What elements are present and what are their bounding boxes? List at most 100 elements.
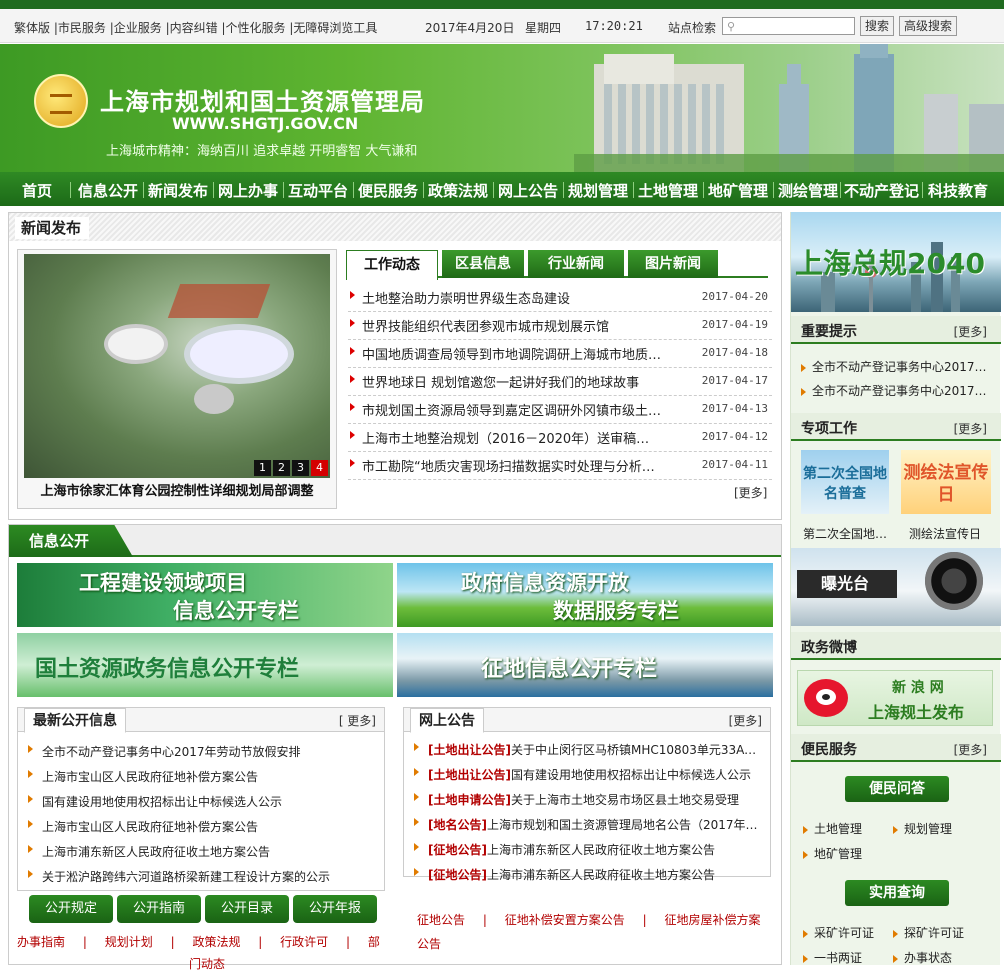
link-policy[interactable]: 政策法规 xyxy=(192,935,240,949)
link-housing-compensation-cont[interactable]: 公告 xyxy=(417,935,441,952)
qa-item[interactable]: 规划管理 xyxy=(893,820,952,837)
query-item[interactable]: 探矿许可证 xyxy=(893,924,964,941)
link-error-correction[interactable]: |内容纠错 xyxy=(166,21,218,35)
query-item[interactable]: 采矿许可证 xyxy=(803,924,874,941)
list-item[interactable]: [土地申请公告]关于上海市土地交易市场区县土地交易受理 xyxy=(404,786,770,811)
notice-title[interactable]: 关于中止闵行区马桥镇MHC10803单元33A-03A地块 xyxy=(511,743,758,757)
link-acquisition-notice[interactable]: 征地公告 xyxy=(417,913,465,927)
slide-page-2[interactable]: 2 xyxy=(273,460,290,476)
disclosure-guide-button[interactable]: 公开指南 xyxy=(117,895,201,923)
link-traditional[interactable]: 繁体版 xyxy=(14,21,50,35)
disclosure-catalog-button[interactable]: 公开目录 xyxy=(205,895,289,923)
qa-item-label[interactable]: 土地管理 xyxy=(814,822,862,836)
news-slideshow[interactable]: 1234 上海市徐家汇体育公园控制性详细规划局部调整 xyxy=(17,249,337,509)
qa-item-label[interactable]: 规划管理 xyxy=(904,822,952,836)
news-title[interactable]: 市规划国土资源局领导到嘉定区调研外冈镇市级土地整治项目 xyxy=(362,400,662,419)
banner-land-resources[interactable]: 国土资源政务信息公开专栏 xyxy=(17,633,393,697)
link-planning[interactable]: 规划计划 xyxy=(105,935,153,949)
nav-notices[interactable]: 网上公告 xyxy=(498,180,558,201)
link-citizen-service[interactable]: |市民服务 xyxy=(54,21,106,35)
stadium-photo[interactable] xyxy=(24,254,330,478)
nav-interaction[interactable]: 互动平台 xyxy=(288,180,348,201)
link-compensation-notice[interactable]: 征地补偿安置方案公告 xyxy=(505,913,625,927)
link-dept-news-cont[interactable]: 门动态 xyxy=(189,955,225,972)
list-item[interactable]: 全市不动产登记事务中心2017年劳动节放假安排 xyxy=(18,738,384,763)
disclosure-rules-button[interactable]: 公开规定 xyxy=(29,895,113,923)
link-dept-news[interactable]: 部 xyxy=(368,935,380,949)
weibo-banner[interactable]: 新 浪 网 上海规土发布 xyxy=(797,670,993,726)
slide-page-1[interactable]: 1 xyxy=(254,460,271,476)
bureau-logo[interactable] xyxy=(34,74,88,128)
link-accessibility[interactable]: |无障碍浏览工具 xyxy=(289,21,377,35)
nav-info-disclosure[interactable]: 信息公开 xyxy=(78,180,138,201)
link-housing-compensation[interactable]: 征地房屋补偿方案 xyxy=(664,913,760,927)
qa-item-label[interactable]: 地矿管理 xyxy=(814,847,862,861)
link-service-guide[interactable]: 办事指南 xyxy=(17,935,65,949)
more-link[interactable]: [更多] xyxy=(729,712,762,729)
notice-title[interactable]: 上海市浦东新区人民政府征收土地方案公告 xyxy=(487,843,715,857)
search-button[interactable]: 搜索 xyxy=(860,16,895,36)
nav-policy[interactable]: 政策法规 xyxy=(428,180,488,201)
item-title[interactable]: 全市不动产登记事务中心2017年劳动节放假安排 xyxy=(812,360,991,374)
list-item[interactable]: 全市不动产登记事务中心2017年清明节放假安排 xyxy=(801,382,991,399)
search-input[interactable]: ⚲ xyxy=(722,17,855,35)
nav-home[interactable]: 首页 xyxy=(22,180,52,201)
exposure-banner[interactable]: 曝光台 xyxy=(791,548,1001,626)
list-item[interactable]: 市工勘院“地质灾害现场扫描数据实时处理与分析系统”通过验收 2017-04-11 xyxy=(348,452,772,480)
news-title[interactable]: 市工勘院“地质灾害现场扫描数据实时处理与分析系统”通过验收 xyxy=(362,456,662,475)
banner-land-acquisition[interactable]: 征地信息公开专栏 xyxy=(397,633,773,697)
query-item-label[interactable]: 探矿许可证 xyxy=(904,926,964,940)
item-title[interactable]: 上海市浦东新区人民政府征收土地方案公告 xyxy=(42,843,372,860)
list-item[interactable]: [征地公告]上海市浦东新区人民政府征收土地方案公告 xyxy=(404,836,770,861)
query-item-label[interactable]: 一书两证 xyxy=(814,951,862,965)
banner-shanghai-2040[interactable]: 上海总规2040 xyxy=(791,212,1001,312)
list-item[interactable]: 上海市宝山区人民政府征地补偿方案公告 xyxy=(18,763,384,788)
news-more-link[interactable]: [更多] xyxy=(734,484,767,501)
item-title[interactable]: 国有建设用地使用权招标出让中标候选人公示 xyxy=(42,793,372,810)
news-title[interactable]: 世界地球日 规划馆邀您一起讲好我们的地球故事 xyxy=(362,372,662,391)
tab-photo-news[interactable]: 图片新闻 xyxy=(628,250,718,278)
special-caption[interactable]: 测绘法宣传日 xyxy=(909,525,981,542)
list-item[interactable]: 关于淞沪路跨纬六河道路桥梁新建工程设计方案的公示 xyxy=(18,863,384,888)
list-item[interactable]: 中国地质调查局领导到市地调院调研上海城市地质工作 2017-04-18 xyxy=(348,340,772,368)
list-item[interactable]: 上海市浦东新区人民政府征收土地方案公告 xyxy=(18,838,384,863)
nav-convenience[interactable]: 便民服务 xyxy=(358,180,418,201)
list-item[interactable]: [地名公告]上海市规划和国土资源管理局地名公告（2017年第3号） xyxy=(404,811,770,836)
qa-item[interactable]: 地矿管理 xyxy=(803,845,862,862)
list-item[interactable]: [征地公告]上海市浦东新区人民政府征收土地方案公告 xyxy=(404,861,770,886)
list-item[interactable]: 土地整治助力崇明世界级生态岛建设 2017-04-20 xyxy=(348,284,772,312)
notice-title[interactable]: 上海市浦东新区人民政府征收土地方案公告 xyxy=(487,868,715,882)
list-item[interactable]: 上海市宝山区人民政府征地补偿方案公告 xyxy=(18,813,384,838)
banner-open-data[interactable]: 政府信息资源开放 数据服务专栏 xyxy=(397,563,773,627)
tab-work-news[interactable]: 工作动态 xyxy=(346,250,438,280)
notice-title[interactable]: 关于上海市土地交易市场区县土地交易受理 xyxy=(511,793,739,807)
list-item[interactable]: 国有建设用地使用权招标出让中标候选人公示 xyxy=(18,788,384,813)
advanced-search-button[interactable]: 高级搜索 xyxy=(899,16,958,36)
item-title[interactable]: 上海市宝山区人民政府征地补偿方案公告 xyxy=(42,818,372,835)
tab-district-info[interactable]: 区县信息 xyxy=(442,250,524,278)
list-item[interactable]: 世界技能组织代表团参观市城市规划展示馆 2017-04-19 xyxy=(348,312,772,340)
nav-real-estate[interactable]: 不动产登记 xyxy=(844,180,919,201)
news-title[interactable]: 上海市土地整治规划（2016－2020年）送审稿专家论证 xyxy=(362,428,662,447)
query-button[interactable]: 实用查询 xyxy=(845,880,949,906)
list-item[interactable]: [土地出让公告]关于中止闵行区马桥镇MHC10803单元33A-03A地块 xyxy=(404,736,770,761)
list-item[interactable]: 世界地球日 规划馆邀您一起讲好我们的地球故事 2017-04-17 xyxy=(348,368,772,396)
disclosure-annual-report-button[interactable]: 公开年报 xyxy=(293,895,377,923)
notice-title[interactable]: 国有建设用地使用权招标出让中标候选人公示 xyxy=(511,768,751,782)
query-item[interactable]: 一书两证 xyxy=(803,949,862,966)
place-name-census-banner[interactable]: 第二次全国地名普查 xyxy=(801,450,889,514)
news-title[interactable]: 中国地质调查局领导到市地调院调研上海城市地质工作 xyxy=(362,344,662,363)
link-enterprise-service[interactable]: |企业服务 xyxy=(110,21,162,35)
banner-engineering-info[interactable]: 工程建设领域项目 信息公开专栏 xyxy=(17,563,393,627)
more-link[interactable]: [ 更多] xyxy=(339,712,376,729)
list-item[interactable]: 全市不动产登记事务中心2017年劳动节放假安排 xyxy=(801,358,991,375)
notice-title[interactable]: 上海市规划和国土资源管理局地名公告（2017年第3号） xyxy=(487,818,758,832)
list-item[interactable]: 上海市土地整治规划（2016－2020年）送审稿专家论证 2017-04-12 xyxy=(348,424,772,452)
item-title[interactable]: 全市不动产登记事务中心2017年劳动节放假安排 xyxy=(42,743,372,760)
item-title[interactable]: 关于淞沪路跨纬六河道路桥梁新建工程设计方案的公示 xyxy=(42,868,372,885)
item-title[interactable]: 全市不动产登记事务中心2017年清明节放假安排 xyxy=(812,384,991,398)
nav-science-edu[interactable]: 科技教育 xyxy=(928,180,988,201)
list-item[interactable]: 市规划国土资源局领导到嘉定区调研外冈镇市级土地整治项目 2017-04-13 xyxy=(348,396,772,424)
query-item[interactable]: 办事状态 xyxy=(893,949,952,966)
nav-planning[interactable]: 规划管理 xyxy=(568,180,628,201)
